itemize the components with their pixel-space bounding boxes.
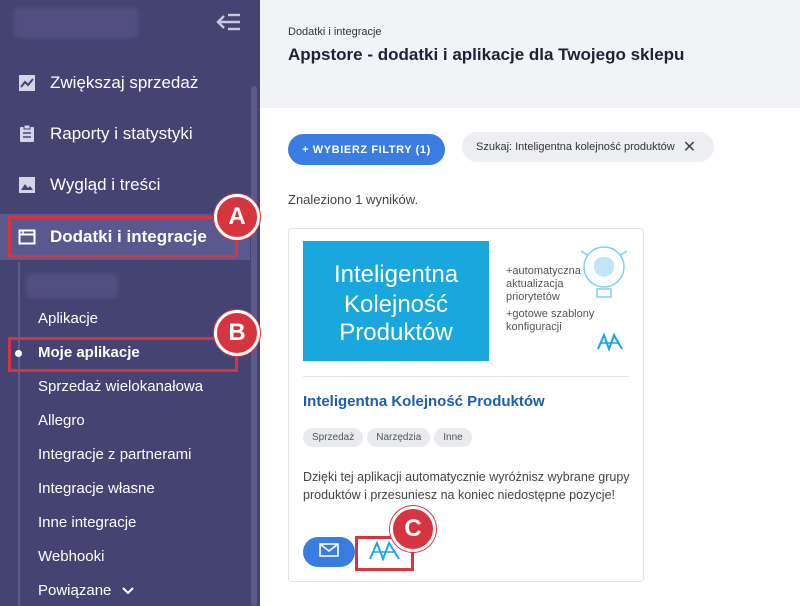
tag[interactable]: Narzędzia (367, 428, 431, 447)
nav-label: Wygląd i treści (50, 175, 161, 194)
lightbulb-brain-icon (579, 241, 629, 316)
app-card[interactable]: Inteligentna Kolejność Produktów +automa… (288, 228, 644, 582)
mail-icon (319, 542, 339, 562)
nav-item-zwiekszaj-sprzedaz[interactable]: Zwiększaj sprzedaż (0, 60, 250, 106)
nav-label: Zwiększaj sprzedaż (50, 73, 199, 92)
submenu-item-allegro[interactable]: Allegro (38, 410, 85, 432)
contact-mail-button[interactable] (303, 537, 355, 567)
tag[interactable]: Sprzedaż (303, 428, 364, 447)
submenu-item-integracje-wlasne[interactable]: Integracje własne (38, 478, 155, 500)
search-chip-label: Szukaj: Inteligentna kolejność produktów (476, 141, 675, 153)
submenu-item-aplikacje[interactable]: Aplikacje (38, 308, 98, 330)
blurred-shop-name (14, 8, 138, 38)
submenu-item-integracje-partnerami[interactable]: Integracje z partnerami (38, 444, 191, 466)
highlight-b (8, 337, 238, 372)
nav-item-wyglad[interactable]: Wygląd i treści (0, 162, 250, 208)
breadcrumb[interactable]: Dodatki i integracje (288, 26, 382, 38)
app-description: Dzięki tej aplikacji automatycznie wyróż… (303, 470, 630, 502)
app-tags: Sprzedaż Narzędzia Inne (303, 428, 472, 447)
chart-line-icon (18, 74, 36, 92)
banner-line: Kolejność (343, 291, 449, 318)
highlight-a (8, 216, 238, 258)
close-icon[interactable]: ✕ (683, 137, 696, 157)
submenu-item-inne-integracje[interactable]: Inne integracje (38, 512, 136, 534)
nav-item-raporty[interactable]: Raporty i statystyki (0, 111, 250, 157)
submenu-item-webhooki[interactable]: Webhooki (38, 546, 104, 568)
app-banner: Inteligentna Kolejność Produktów +automa… (303, 241, 629, 361)
submenu-item-sprzedaz-wielokanalowa[interactable]: Sprzedaż wielokanałowa (38, 376, 203, 398)
marker-b: B (214, 310, 260, 356)
marker-a: A (214, 194, 260, 240)
image-icon (18, 176, 36, 194)
chevron-down-icon (121, 580, 134, 602)
results-count: Znaleziono 1 wyników. (288, 192, 419, 207)
submenu-line (18, 262, 20, 606)
app-title-link[interactable]: Inteligentna Kolejność Produktów (303, 393, 545, 410)
clipboard-icon (18, 125, 36, 143)
tag[interactable]: Inne (434, 428, 472, 447)
brand-logo-icon (597, 331, 623, 356)
submenu-item-powiazane[interactable]: Powiązane (38, 580, 134, 602)
collapse-sidebar-icon[interactable] (216, 12, 242, 32)
banner-line: Produktów (339, 319, 453, 346)
sidebar: Zwiększaj sprzedaż Raporty i statystyki … (0, 0, 260, 606)
card-divider (303, 376, 629, 377)
main-content: + WYBIERZ FILTRY (1) Szukaj: Inteligentn… (260, 108, 800, 606)
choose-filters-button[interactable]: + WYBIERZ FILTRY (1) (288, 134, 445, 165)
page-header: Dodatki i integracje Appstore - dodatki … (260, 0, 800, 108)
banner-line: Inteligentna (333, 261, 459, 288)
sidebar-header (0, 0, 260, 48)
nav-label: Raporty i statystyki (50, 124, 193, 143)
submenu: Aplikacje Moje aplikacje Sprzedaż wielok… (0, 262, 250, 606)
submenu-label: Powiązane (38, 582, 112, 599)
search-filter-chip: Szukaj: Inteligentna kolejność produktów… (462, 132, 714, 162)
marker-c: C (390, 506, 436, 552)
blurred-submenu-item (26, 274, 118, 298)
page-title: Appstore - dodatki i aplikacje dla Twoje… (288, 45, 685, 64)
banner-title-block: Inteligentna Kolejność Produktów (303, 241, 489, 361)
